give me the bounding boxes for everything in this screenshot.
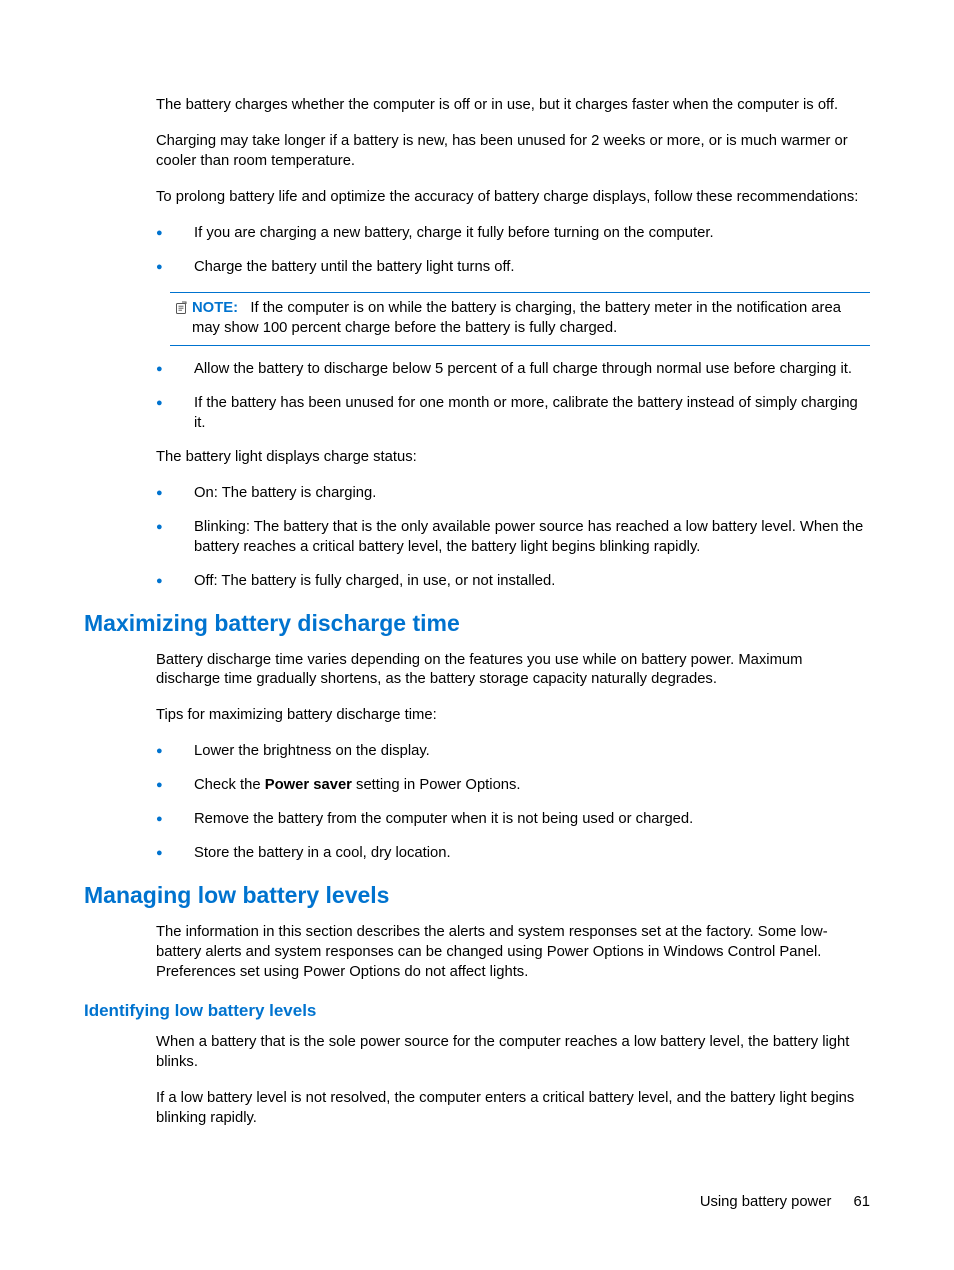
- section-heading: Maximizing battery discharge time: [84, 610, 870, 637]
- page-number: 61: [854, 1194, 870, 1210]
- paragraph: When a battery that is the sole power so…: [156, 1033, 870, 1073]
- page-footer: Using battery power 61: [700, 1194, 870, 1210]
- list-item: If you are charging a new battery, charg…: [156, 224, 870, 244]
- note-label: NOTE:: [192, 300, 238, 316]
- paragraph: Charging may take longer if a battery is…: [156, 132, 870, 172]
- note-callout: NOTE: If the computer is on while the ba…: [170, 292, 870, 346]
- paragraph: The information in this section describe…: [156, 923, 870, 983]
- paragraph: If a low battery level is not resolved, …: [156, 1089, 870, 1129]
- list-item: Charge the battery until the battery lig…: [156, 258, 870, 278]
- bold-term: Power saver: [265, 777, 352, 793]
- bullet-list: On: The battery is charging. Blinking: T…: [156, 484, 870, 592]
- bullet-list: Allow the battery to discharge below 5 p…: [156, 360, 870, 434]
- list-item: Check the Power saver setting in Power O…: [156, 776, 870, 796]
- subsection-heading: Identifying low battery levels: [84, 1001, 870, 1021]
- note-text: If the computer is on while the battery …: [192, 300, 841, 336]
- bullet-list: Lower the brightness on the display. Che…: [156, 742, 870, 864]
- list-item: If the battery has been unused for one m…: [156, 394, 870, 434]
- list-item: Blinking: The battery that is the only a…: [156, 518, 870, 558]
- list-item: Allow the battery to discharge below 5 p…: [156, 360, 870, 380]
- paragraph: To prolong battery life and optimize the…: [156, 188, 870, 208]
- bullet-list: If you are charging a new battery, charg…: [156, 224, 870, 278]
- paragraph: The battery light displays charge status…: [156, 448, 870, 468]
- note-icon: [170, 299, 192, 315]
- list-item: Store the battery in a cool, dry locatio…: [156, 844, 870, 864]
- paragraph: The battery charges whether the computer…: [156, 96, 870, 116]
- list-item: Off: The battery is fully charged, in us…: [156, 572, 870, 592]
- footer-section-title: Using battery power: [700, 1194, 832, 1210]
- paragraph: Tips for maximizing battery discharge ti…: [156, 706, 870, 726]
- paragraph: Battery discharge time varies depending …: [156, 651, 870, 691]
- list-item: On: The battery is charging.: [156, 484, 870, 504]
- list-item: Remove the battery from the computer whe…: [156, 810, 870, 830]
- section-heading: Managing low battery levels: [84, 882, 870, 909]
- list-item: Lower the brightness on the display.: [156, 742, 870, 762]
